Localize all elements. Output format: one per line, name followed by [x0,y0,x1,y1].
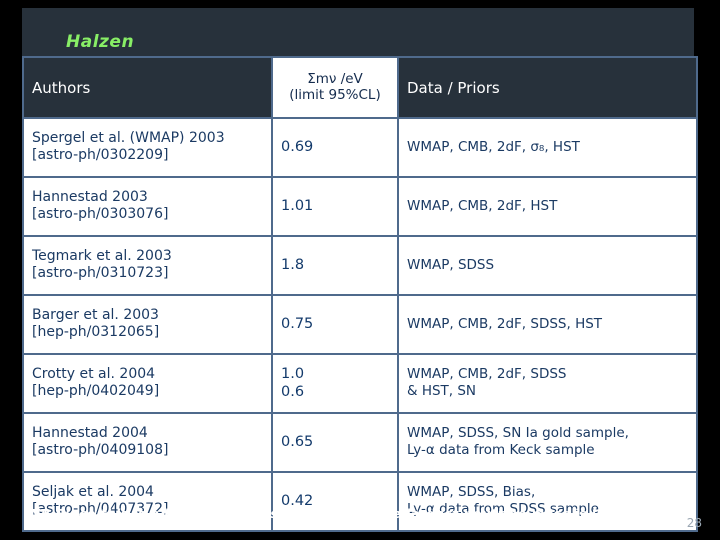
cell-limit: 0.69 [271,117,399,178]
footer-note: NB Since this is a large mass this impli… [30,506,640,521]
author-name: Crotty et al. 2004 [32,365,156,382]
cell-limit: 1.0 0.6 [271,353,399,414]
cell-limit: 1.8 [271,235,399,296]
limit-value-line1: 0.75 [281,315,314,332]
cell-data: WMAP, SDSS [397,235,698,296]
author-reference: [hep-ph/0402049] [32,383,160,399]
cell-limit: 0.65 [271,412,399,473]
table-row: Hannestad 2003 [astro-ph/0303076] 1.01 W… [22,176,698,237]
data-line2: Ly-α data from Keck sample [407,442,595,458]
cell-authors: Hannestad 2004 [astro-ph/0409108] [22,412,273,473]
cell-authors: Seljak et al. 2004 [astro-ph/0407372] [22,471,273,532]
cell-authors: Crotty et al. 2004 [hep-ph/0402049] [22,353,273,414]
author-reference: [hep-ph/0312065] [32,324,160,340]
data-line1: WMAP, CMB, 2dF, σ₈, HST [407,138,580,155]
table-body: Spergel et al. (WMAP) 2003 [astro-ph/030… [22,117,698,532]
results-table-container: Authors Σmν /eV (limit 95%CL) Data / Pri… [22,56,698,532]
data-line1: WMAP, CMB, 2dF, HST [407,197,558,214]
table-row: Spergel et al. (WMAP) 2003 [astro-ph/030… [22,117,698,178]
table-header: Authors Σmν /eV (limit 95%CL) Data / Pri… [22,56,698,119]
data-line2: & HST, SN [407,383,477,399]
table-row: Tegmark et al. 2003 [astro-ph/0310723] 1… [22,235,698,296]
page-number: 28 [686,516,702,530]
author-reference: [astro-ph/0302209] [32,147,169,163]
slide: Halzen Authors Σmν /eV (limit 95%CL) Dat… [0,0,720,540]
data-line1: WMAP, SDSS, SN Ia gold sample, [407,425,629,442]
limit-value-line1: 1.01 [281,197,314,214]
table-row: Crotty et al. 2004 [hep-ph/0402049] 1.0 … [22,353,698,414]
cell-limit: 0.42 [271,471,399,532]
cell-data: WMAP, SDSS, Bias, Ly-α data from SDSS sa… [397,471,698,532]
data-line1: WMAP, SDSS, Bias, [407,484,536,501]
table-row: Seljak et al. 2004 [astro-ph/0407372] 0.… [22,471,698,532]
data-line1: WMAP, CMB, 2dF, SDSS [407,366,567,383]
page-title: Halzen [66,32,135,52]
author-name: Seljak et al. 2004 [32,483,154,500]
limit-value-line1: 0.65 [281,433,314,450]
cell-data: WMAP, CMB, 2dF, SDSS & HST, SN [397,353,698,414]
results-table: Authors Σmν /eV (limit 95%CL) Data / Pri… [22,56,698,532]
column-header-authors-label: Authors [32,78,91,97]
limit-value-line1: 1.8 [281,256,305,273]
limit-value-line2: 0.6 [281,384,305,400]
table-header-row: Authors Σmν /eV (limit 95%CL) Data / Pri… [22,56,698,119]
column-header-limit-line2: (limit 95%CL) [289,86,381,103]
data-line1: WMAP, SDSS [407,256,495,273]
cell-authors: Spergel et al. (WMAP) 2003 [astro-ph/030… [22,117,273,178]
cell-authors: Hannestad 2003 [astro-ph/0303076] [22,176,273,237]
author-name: Barger et al. 2003 [32,306,159,323]
cell-data: WMAP, CMB, 2dF, σ₈, HST [397,117,698,178]
author-reference: [astro-ph/0409108] [32,442,169,458]
limit-value-line1: 1.0 [281,365,305,382]
cell-data: WMAP, CMB, 2dF, SDSS, HST [397,294,698,355]
cell-limit: 0.75 [271,294,399,355]
table-row: Barger et al. 2003 [hep-ph/0312065] 0.75… [22,294,698,355]
cell-authors: Barger et al. 2003 [hep-ph/0312065] [22,294,273,355]
title-band: Halzen [22,8,694,56]
limit-value-line1: 0.69 [281,138,314,155]
data-line1: WMAP, CMB, 2dF, SDSS, HST [407,315,603,332]
cell-data: WMAP, SDSS, SN Ia gold sample, Ly-α data… [397,412,698,473]
author-reference: [astro-ph/0310723] [32,265,169,281]
author-reference: [astro-ph/0303076] [32,206,169,222]
cell-limit: 1.01 [271,176,399,237]
column-header-authors: Authors [22,56,273,119]
author-name: Tegmark et al. 2003 [32,247,172,264]
column-header-limit-line1: Σmν /eV [307,71,363,88]
column-header-data-label: Data / Priors [407,78,500,97]
column-header-limit: Σmν /eV (limit 95%CL) [271,56,399,119]
table-row: Hannestad 2004 [astro-ph/0409108] 0.65 W… [22,412,698,473]
author-name: Hannestad 2004 [32,424,148,441]
author-name: Hannestad 2003 [32,188,148,205]
cell-authors: Tegmark et al. 2003 [astro-ph/0310723] [22,235,273,296]
cell-data: WMAP, CMB, 2dF, HST [397,176,698,237]
author-name: Spergel et al. (WMAP) 2003 [32,129,225,146]
column-header-data: Data / Priors [397,56,698,119]
